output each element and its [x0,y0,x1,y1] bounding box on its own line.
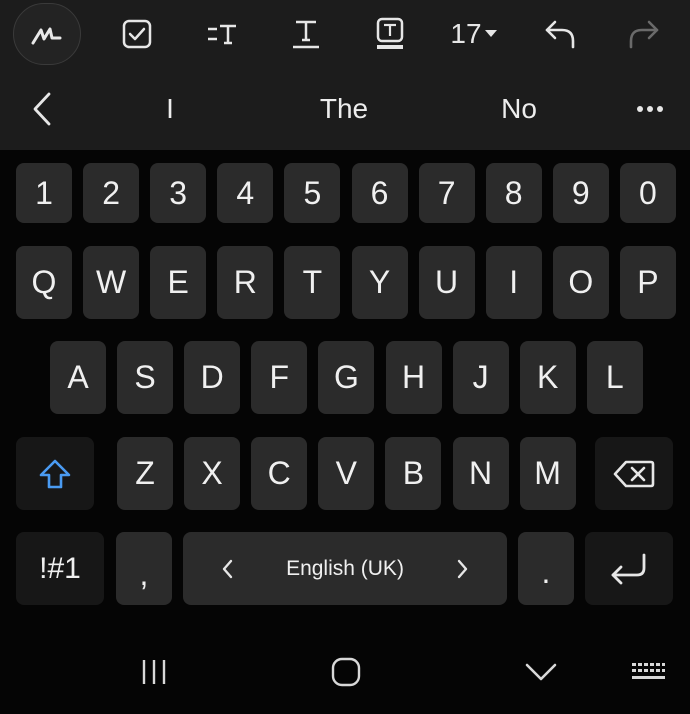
key-9[interactable]: 9 [552,163,609,223]
keyboard-toolbar: 17 [0,0,690,68]
enter-key[interactable] [585,532,673,605]
key-k[interactable]: K [519,341,576,414]
key-u[interactable]: U [418,246,475,319]
key-x[interactable]: X [184,437,241,510]
home-icon [331,657,361,687]
key-o[interactable]: O [552,246,609,319]
key-m[interactable]: M [519,437,576,510]
font-size-selector[interactable]: 17 [444,0,504,68]
checkbox-icon [122,19,152,49]
key-b[interactable]: B [385,437,442,510]
home-button[interactable] [320,630,372,714]
recent-apps-icon [142,660,166,684]
shift-arrow-icon [39,459,71,488]
shift-key[interactable] [16,437,94,510]
key-8[interactable]: 8 [485,163,542,223]
text-style-button[interactable] [200,0,244,68]
key-s[interactable]: S [117,341,174,414]
suggestion-bar: I The No [0,68,690,150]
comma-key[interactable]: , [116,532,172,605]
key-3[interactable]: 3 [150,163,207,223]
text-style-icon [208,24,236,45]
more-dots-icon [637,106,663,112]
text-box-button[interactable] [372,0,408,68]
key-1[interactable]: 1 [16,163,72,223]
key-q[interactable]: Q [16,246,72,319]
suggestion-word-1[interactable]: I [120,68,220,150]
language-left-icon [222,559,233,579]
language-right-icon [457,559,468,579]
underline-button[interactable] [288,0,324,68]
system-navigation-bar [0,630,690,714]
keyboard-switch-button[interactable] [626,630,670,714]
suggestion-word-3[interactable]: No [469,68,569,150]
key-d[interactable]: D [184,341,241,414]
checklist-button[interactable] [112,0,162,68]
key-w[interactable]: W [83,246,140,319]
key-n[interactable]: N [452,437,509,510]
redo-button[interactable] [624,0,664,68]
key-6[interactable]: 6 [351,163,408,223]
handwriting-pen-icon [31,27,62,45]
period-key[interactable]: . [518,532,574,605]
recent-apps-button[interactable] [128,630,180,714]
symbols-key[interactable]: !#1 [16,532,104,605]
keyboard-switch-icon [632,663,665,679]
handwriting-button[interactable] [13,3,81,65]
redo-icon [629,20,659,49]
key-4[interactable]: 4 [217,163,274,223]
key-c[interactable]: C [251,437,308,510]
key-e[interactable]: E [150,246,207,319]
hide-keyboard-button[interactable] [518,630,564,714]
key-j[interactable]: J [452,341,509,414]
backspace-icon [613,460,655,487]
key-7[interactable]: 7 [418,163,475,223]
key-g[interactable]: G [318,341,375,414]
hide-keyboard-icon [525,663,557,681]
key-r[interactable]: R [217,246,274,319]
key-t[interactable]: T [284,246,341,319]
key-5[interactable]: 5 [284,163,341,223]
key-z[interactable]: Z [117,437,173,510]
chevron-left-icon [33,92,51,126]
key-h[interactable]: H [385,341,442,414]
key-i[interactable]: I [485,246,542,319]
suggestion-word-2[interactable]: The [284,68,404,150]
enter-icon [611,553,646,584]
underline-text-icon [293,20,319,49]
key-p[interactable]: P [619,246,676,319]
key-0[interactable]: 0 [619,163,676,223]
key-f[interactable]: F [251,341,308,414]
suggestion-back-button[interactable] [20,68,64,150]
key-2[interactable]: 2 [83,163,140,223]
font-size-value: 17 [450,18,482,49]
undo-icon [545,20,575,49]
space-key[interactable]: English (UK) [183,532,507,605]
caret-down-icon [484,30,497,37]
key-v[interactable]: V [318,437,375,510]
suggestion-more-button[interactable] [626,68,674,150]
key-a[interactable]: A [50,341,106,414]
text-box-icon [376,17,404,49]
undo-button[interactable] [540,0,580,68]
key-y[interactable]: Y [351,246,408,319]
key-l[interactable]: L [586,341,643,414]
backspace-key[interactable] [595,437,673,510]
space-language-label: English (UK) [286,556,404,580]
